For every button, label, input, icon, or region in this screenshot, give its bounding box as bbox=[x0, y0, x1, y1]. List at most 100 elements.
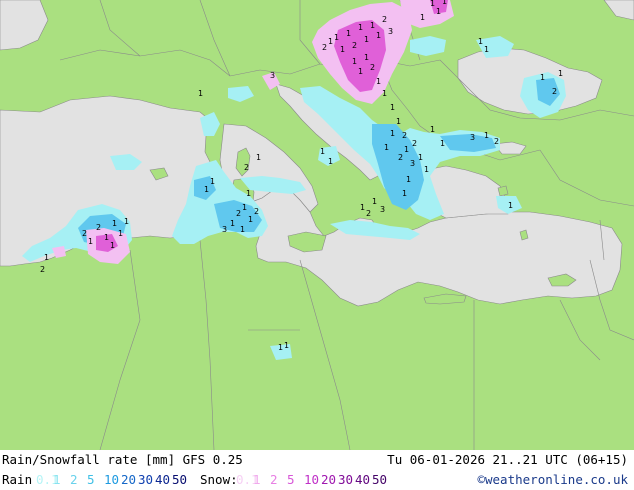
island-lesbos bbox=[497, 185, 509, 197]
precip-marker: 1 bbox=[418, 153, 423, 162]
precip-marker: 1 bbox=[204, 185, 209, 194]
precip-marker: 1 bbox=[246, 189, 251, 198]
precip-marker: 2 bbox=[398, 153, 403, 162]
precip-marker: 1 bbox=[358, 67, 363, 76]
snow-scale-value: 20 bbox=[321, 472, 337, 487]
rain-scale-value: 2 bbox=[70, 472, 78, 487]
precip-marker: 1 bbox=[284, 341, 289, 350]
precip-marker: 2 bbox=[494, 137, 499, 146]
precip-marker: 1 bbox=[370, 21, 375, 30]
precip-marker: 1 bbox=[110, 241, 115, 250]
precip-marker: 1 bbox=[334, 33, 339, 42]
precip-marker: 2 bbox=[352, 41, 357, 50]
snow-scale-value: 5 bbox=[287, 472, 295, 487]
precip-marker: 1 bbox=[430, 125, 435, 134]
precip-marker: 1 bbox=[402, 189, 407, 198]
precip-marker: 1 bbox=[558, 69, 563, 78]
precip-marker: 1 bbox=[242, 203, 247, 212]
precip-marker: 1 bbox=[278, 343, 283, 352]
precip-marker: 1 bbox=[328, 157, 333, 166]
precip-marker: 2 bbox=[96, 223, 101, 232]
rain-scale-value: 1 bbox=[53, 472, 61, 487]
map-title: Rain/Snowfall rate [mm] GFS 0.25 bbox=[2, 452, 243, 467]
snow-label: Snow: bbox=[200, 472, 238, 487]
rain-scale-value: 40 bbox=[155, 472, 171, 487]
precip-marker: 1 bbox=[484, 131, 489, 140]
precip-marker: 1 bbox=[396, 117, 401, 126]
legend-row-title: Rain/Snowfall rate [mm] GFS 0.25 Tu 06-0… bbox=[0, 450, 634, 470]
rain-scale-value: 5 bbox=[87, 472, 95, 487]
precip-marker: 1 bbox=[256, 153, 261, 162]
precip-marker: 1 bbox=[248, 215, 253, 224]
precip-marker: 1 bbox=[364, 53, 369, 62]
precip-marker: 1 bbox=[340, 45, 345, 54]
precip-marker: 3 bbox=[380, 205, 385, 214]
precip-marker: 2 bbox=[236, 209, 241, 218]
rain-scale-value: 30 bbox=[138, 472, 154, 487]
precip-marker: 3 bbox=[270, 71, 275, 80]
precip-marker: 1 bbox=[118, 229, 123, 238]
snow-scale-value: 2 bbox=[270, 472, 278, 487]
precip-marker: 1 bbox=[442, 0, 447, 6]
precip-marker: 1 bbox=[240, 225, 245, 234]
snow-scale-value: 40 bbox=[355, 472, 371, 487]
precip-marker: 2 bbox=[82, 229, 87, 238]
precip-marker: 1 bbox=[404, 145, 409, 154]
snow-scale-value: 50 bbox=[372, 472, 388, 487]
precip-marker: 2 bbox=[382, 15, 387, 24]
rain-scale-value: 10 bbox=[104, 472, 120, 487]
rain-scale-value: 50 bbox=[172, 472, 188, 487]
precip-marker: 1 bbox=[478, 37, 483, 46]
precip-marker: 1 bbox=[376, 77, 381, 86]
precip-marker: 2 bbox=[402, 131, 407, 140]
rain-scale-value: 20 bbox=[121, 472, 137, 487]
precip-marker: 1 bbox=[540, 73, 545, 82]
precip-marker: 3 bbox=[470, 133, 475, 142]
precip-marker: 1 bbox=[420, 13, 425, 22]
map-legend-footer: Rain/Snowfall rate [mm] GFS 0.25 Tu 06-0… bbox=[0, 450, 634, 490]
precip-marker: 2 bbox=[370, 63, 375, 72]
precip-marker: 1 bbox=[104, 233, 109, 242]
legend-row-scale: Rain 0.1 1 2 5 10 20 30 40 50 Snow: 0.1 1 2 5 10 20 30… bbox=[0, 470, 634, 490]
precip-marker: 1 bbox=[424, 165, 429, 174]
precip-marker: 1 bbox=[484, 45, 489, 54]
precip-marker: 1 bbox=[124, 217, 129, 226]
snow-scale-value: 1 bbox=[253, 472, 261, 487]
precip-marker: 1 bbox=[390, 129, 395, 138]
rain-label: Rain bbox=[2, 472, 33, 487]
precip-marker: 1 bbox=[390, 103, 395, 112]
precip-marker: 1 bbox=[320, 147, 325, 156]
precip-marker: 3 bbox=[388, 27, 393, 36]
precip-marker: 1 bbox=[508, 201, 513, 210]
precip-marker: 1 bbox=[88, 237, 93, 246]
precip-marker: 2 bbox=[412, 139, 417, 148]
precip-marker: 1 bbox=[440, 139, 445, 148]
precip-marker: 1 bbox=[364, 35, 369, 44]
precip-marker: 1 bbox=[210, 177, 215, 186]
precip-marker: 1 bbox=[360, 203, 365, 212]
weather-map: 2111121111231112111121311211112113121111… bbox=[0, 0, 634, 450]
map-canvas: 21 11121111231112111121311211112113 121111… bbox=[0, 0, 634, 450]
precip-marker: 2 bbox=[322, 43, 327, 52]
precip-marker: 1 bbox=[352, 57, 357, 66]
precip-marker: 2 bbox=[244, 163, 249, 172]
precip-marker: 1 bbox=[198, 89, 203, 98]
precip-marker: 1 bbox=[358, 23, 363, 32]
precip-marker: 1 bbox=[44, 253, 49, 262]
snow-scale-value: 30 bbox=[338, 472, 354, 487]
precip-marker: 1 bbox=[372, 197, 377, 206]
precip-marker: 3 bbox=[222, 225, 227, 234]
precip-marker: 1 bbox=[384, 143, 389, 152]
precip-marker: 1 bbox=[406, 175, 411, 184]
precip-marker: 1 bbox=[230, 219, 235, 228]
precip-marker: 2 bbox=[40, 265, 45, 274]
precip-marker: 1 bbox=[430, 0, 435, 8]
precip-marker: 2 bbox=[366, 209, 371, 218]
copyright-link[interactable]: ©weatheronline.co.uk bbox=[477, 470, 628, 490]
precip-marker: 1 bbox=[346, 29, 351, 38]
precip-marker: 1 bbox=[328, 37, 333, 46]
precip-marker: 1 bbox=[112, 219, 117, 228]
precip-marker: 2 bbox=[254, 207, 259, 216]
precip-marker: 3 bbox=[410, 159, 415, 168]
snow-scale-value: 10 bbox=[304, 472, 320, 487]
